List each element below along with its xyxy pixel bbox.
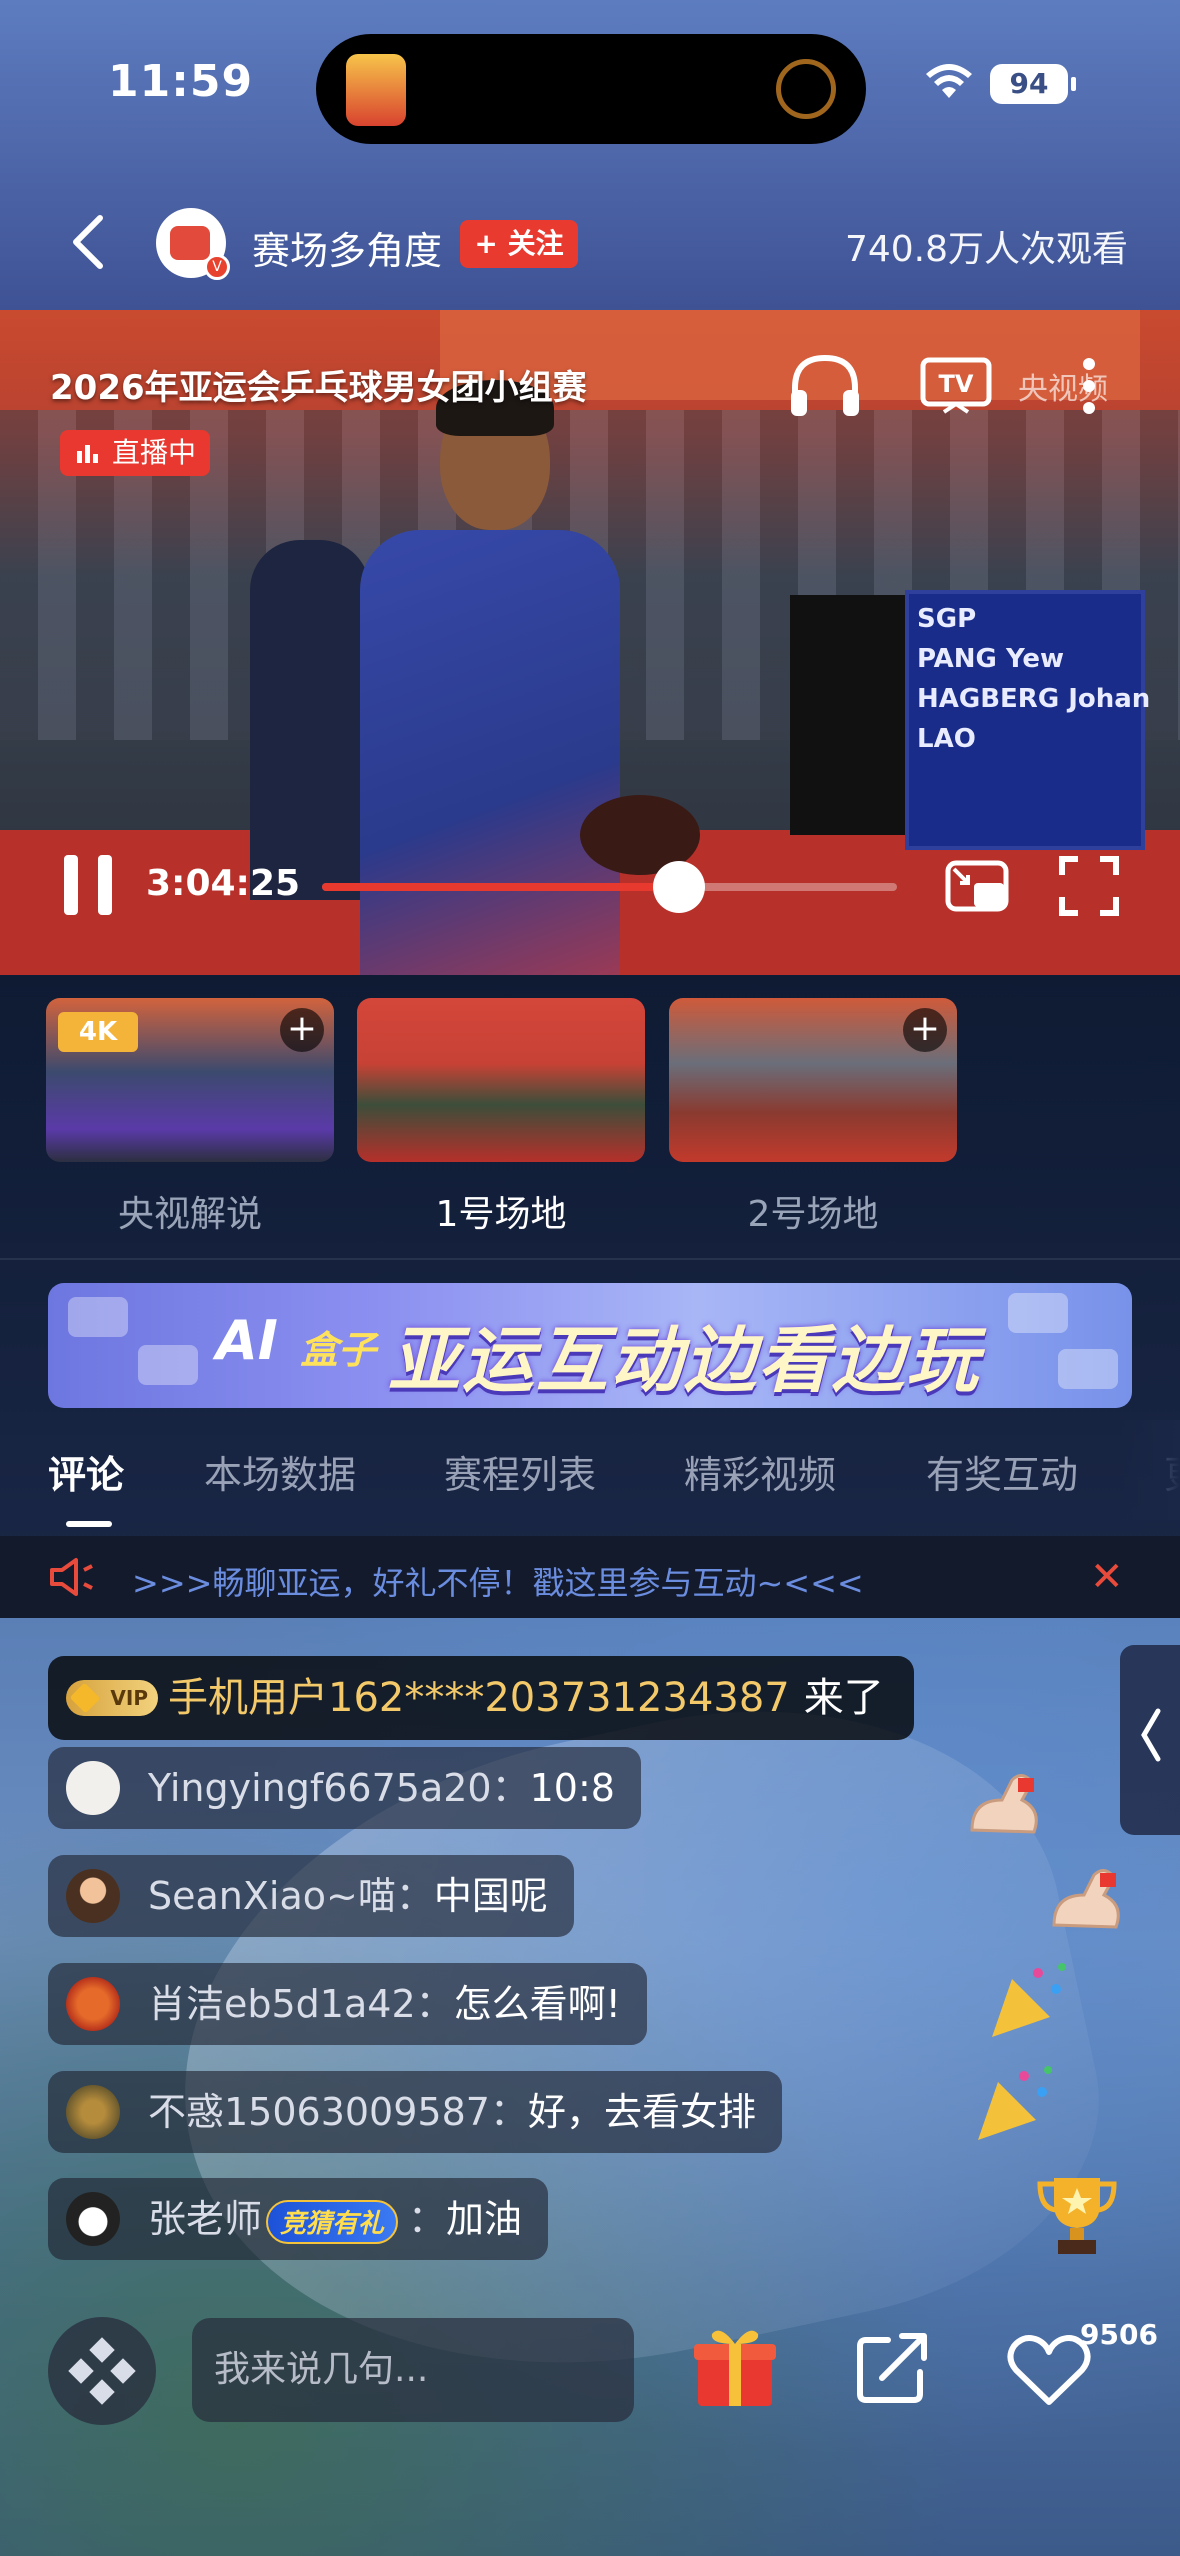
- chat-content: 怎么看啊!: [453, 1982, 621, 2026]
- enter-user: 手机用户162****203731234387: [168, 1675, 790, 1721]
- flexed-bicep-icon: [970, 1774, 1038, 1834]
- scoreboard: SGP PANG Yew HAGBERG Johan LAO: [905, 590, 1151, 850]
- video-player[interactable]: SGP PANG Yew HAGBERG Johan LAO 2026年亚运会乒…: [0, 310, 1180, 975]
- picture-in-picture-icon[interactable]: [944, 855, 1014, 915]
- tab-highlights[interactable]: 精彩视频: [684, 1444, 836, 1499]
- scoreboard-line: HAGBERG Johan: [917, 684, 1151, 714]
- tab-comments[interactable]: 评论: [48, 1444, 124, 1499]
- progress-bar[interactable]: [322, 861, 897, 913]
- angle-thumbnail[interactable]: +: [669, 998, 957, 1162]
- divider: [0, 1258, 1180, 1260]
- follow-button[interactable]: + 关注: [460, 220, 578, 268]
- promo-banner[interactable]: AI 盒子 亚运互动边看边玩: [48, 1283, 1132, 1408]
- chat-message: SeanXiao~喵：中国呢: [48, 1855, 574, 1937]
- arena-monitor: [790, 595, 905, 835]
- add-icon[interactable]: +: [280, 1008, 324, 1052]
- user-avatar[interactable]: [66, 2085, 120, 2139]
- user-avatar[interactable]: [66, 1761, 120, 1815]
- more-icon[interactable]: [1080, 356, 1098, 416]
- chat-separator: ：: [408, 2197, 447, 2241]
- vip-badge: VIP: [66, 1680, 158, 1716]
- user-avatar[interactable]: [66, 1977, 120, 2031]
- activity-ring-icon: [776, 59, 836, 119]
- angle-thumbnail[interactable]: [357, 998, 645, 1162]
- angle-label[interactable]: 1号场地: [357, 1185, 645, 1237]
- close-icon[interactable]: ✕: [1090, 1554, 1124, 1600]
- chat-message: 张老师 竞猜有礼 ：加油: [48, 2178, 549, 2260]
- add-icon[interactable]: +: [903, 1008, 947, 1052]
- user-avatar[interactable]: [66, 1869, 120, 1923]
- promo-ai-text: AI: [216, 1309, 278, 1372]
- live-badge: 直播中: [60, 430, 211, 476]
- chat-message: Yingyingf6675a20：10:8: [48, 1747, 641, 1829]
- 4k-tag: 4K: [58, 1012, 138, 1052]
- chat-user[interactable]: 张老师: [148, 2197, 262, 2241]
- user-enter-message: VIP 手机用户162****203731234387 来了: [48, 1656, 914, 1740]
- speaker-icon: [50, 1558, 93, 1596]
- verified-badge-icon: V: [204, 254, 230, 280]
- pause-button[interactable]: [64, 855, 116, 915]
- progress-knob[interactable]: [652, 861, 705, 913]
- chat-message: 肖洁eb5d1a42：怎么看啊!: [48, 1963, 647, 2045]
- view-count: 740.8万人次观看: [844, 229, 1128, 270]
- quiz-badge[interactable]: 竞猜有礼: [266, 2199, 399, 2244]
- battery-indicator: 94: [990, 64, 1076, 104]
- chat-message: 不惑15063009587：好，去看女排: [48, 2071, 782, 2153]
- comment-input[interactable]: 我来说几句...: [192, 2318, 634, 2422]
- wifi-icon: [926, 64, 972, 98]
- play-logo-icon: [170, 226, 210, 260]
- party-popper-icon: [978, 2066, 1052, 2140]
- active-tab-indicator: [66, 1521, 112, 1527]
- channel-avatar[interactable]: V: [156, 208, 230, 280]
- headphone-icon[interactable]: [785, 350, 865, 420]
- promo-box-text: 盒子: [300, 1328, 377, 1372]
- flexed-bicep-icon: [1052, 1869, 1120, 1929]
- svg-text:TV: TV: [939, 370, 974, 398]
- notice-text[interactable]: >>>畅聊亚运，好礼不停！戳这里参与互动~<<<: [132, 1558, 864, 1604]
- gift-icon[interactable]: [690, 2322, 780, 2412]
- chat-content: 中国呢: [433, 1874, 548, 1918]
- scoreboard-line: LAO: [917, 724, 976, 754]
- grid-icon: [89, 2337, 115, 2363]
- chat-content: 加油: [446, 2197, 523, 2241]
- user-avatar[interactable]: [66, 2192, 120, 2246]
- share-icon[interactable]: [852, 2328, 932, 2408]
- like-count: 9506: [1080, 2318, 1158, 2351]
- promo-slogan: 亚运互动边看边玩: [388, 1318, 981, 1402]
- angle-label[interactable]: 央视解说: [46, 1185, 334, 1237]
- side-panel-handle[interactable]: [1120, 1645, 1180, 1835]
- progress-fill: [322, 883, 679, 891]
- cast-tv-icon[interactable]: TV: [920, 354, 992, 416]
- dynamic-island: [316, 34, 866, 144]
- playback-time: 3:04:25: [146, 863, 301, 904]
- channel-name[interactable]: 赛场多角度: [252, 220, 442, 275]
- enter-suffix: 来了: [803, 1675, 884, 1721]
- chat-content: 好，去看女排: [527, 2090, 756, 2134]
- party-popper-icon: [992, 1963, 1066, 2037]
- live-badge-label: 直播中: [112, 436, 197, 469]
- chevron-left-icon: [1141, 1708, 1161, 1762]
- live-bars-icon: [77, 445, 98, 463]
- back-icon[interactable]: [64, 212, 114, 272]
- chat-user[interactable]: 肖洁eb5d1a42：: [148, 1982, 454, 2026]
- status-time: 11:59: [108, 56, 254, 107]
- angle-label[interactable]: 2号场地: [669, 1185, 957, 1237]
- scoreboard-line: SGP: [917, 604, 977, 634]
- tab-match-data[interactable]: 本场数据: [204, 1444, 356, 1499]
- chat-user[interactable]: SeanXiao~喵：: [148, 1874, 434, 1918]
- app-activity-icon: [346, 54, 406, 126]
- chat-content: 10:8: [529, 1766, 615, 1810]
- pause-icon: [64, 855, 78, 915]
- notice-bar[interactable]: >>>畅聊亚运，好礼不停！戳这里参与互动~<<< ✕: [0, 1536, 1180, 1618]
- fullscreen-icon[interactable]: [1058, 855, 1120, 917]
- scoreboard-line: PANG Yew: [917, 644, 1065, 674]
- chat-user[interactable]: Yingyingf6675a20：: [148, 1766, 530, 1810]
- tab-schedule[interactable]: 赛程列表: [444, 1444, 596, 1499]
- video-title: 2026年亚运会乒乓球男女团小组赛: [50, 368, 587, 408]
- angle-thumbnail[interactable]: 4K +: [46, 998, 334, 1162]
- trophy-icon: [1037, 2178, 1117, 2254]
- game-menu-button[interactable]: [48, 2317, 156, 2425]
- tab-interactive[interactable]: 有奖互动: [926, 1444, 1078, 1499]
- chat-user[interactable]: 不惑15063009587：: [148, 2090, 528, 2134]
